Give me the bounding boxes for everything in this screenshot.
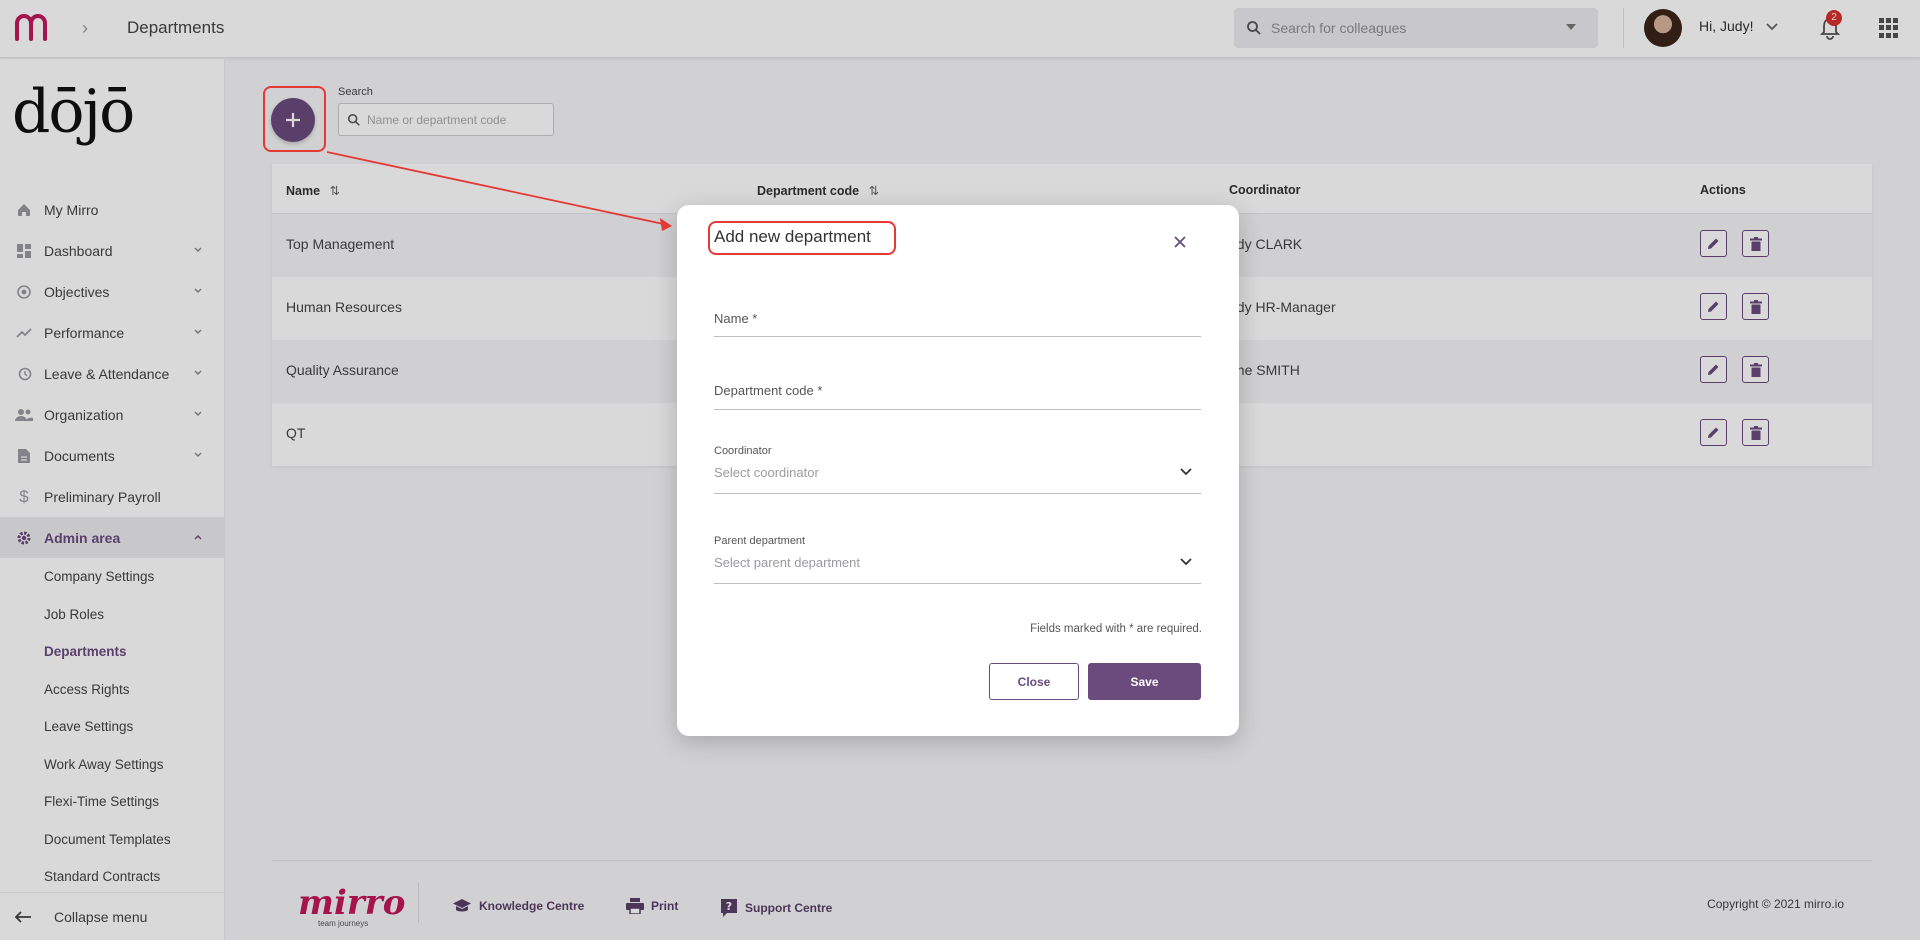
- field-underline: [714, 493, 1201, 494]
- coordinator-placeholder: Select coordinator: [714, 465, 819, 480]
- close-button[interactable]: Close: [989, 663, 1079, 700]
- field-underline: [714, 409, 1201, 410]
- name-field-label: Name *: [714, 311, 758, 326]
- annotation-highlight: [708, 221, 896, 255]
- parent-department-select[interactable]: Parent department Select parent departme…: [714, 535, 1201, 585]
- save-button[interactable]: Save: [1088, 663, 1201, 700]
- annotation-highlight: [263, 86, 326, 152]
- parent-department-label: Parent department: [714, 535, 806, 547]
- chevron-down-icon[interactable]: [1179, 557, 1193, 567]
- parent-department-placeholder: Select parent department: [714, 555, 860, 570]
- department-code-field[interactable]: Department code *: [714, 382, 1201, 410]
- chevron-down-icon[interactable]: [1179, 467, 1193, 477]
- field-underline: [714, 583, 1201, 584]
- add-department-dialog: Add new department Name * Department cod…: [677, 205, 1239, 736]
- coordinator-label: Coordinator: [714, 445, 772, 457]
- field-underline: [714, 336, 1201, 337]
- coordinator-select[interactable]: Coordinator Select coordinator: [714, 445, 1201, 495]
- department-code-field-label: Department code *: [714, 383, 823, 398]
- name-field[interactable]: Name *: [714, 310, 1201, 338]
- close-icon[interactable]: [1173, 235, 1187, 249]
- required-fields-note: Fields marked with * are required.: [1030, 623, 1202, 635]
